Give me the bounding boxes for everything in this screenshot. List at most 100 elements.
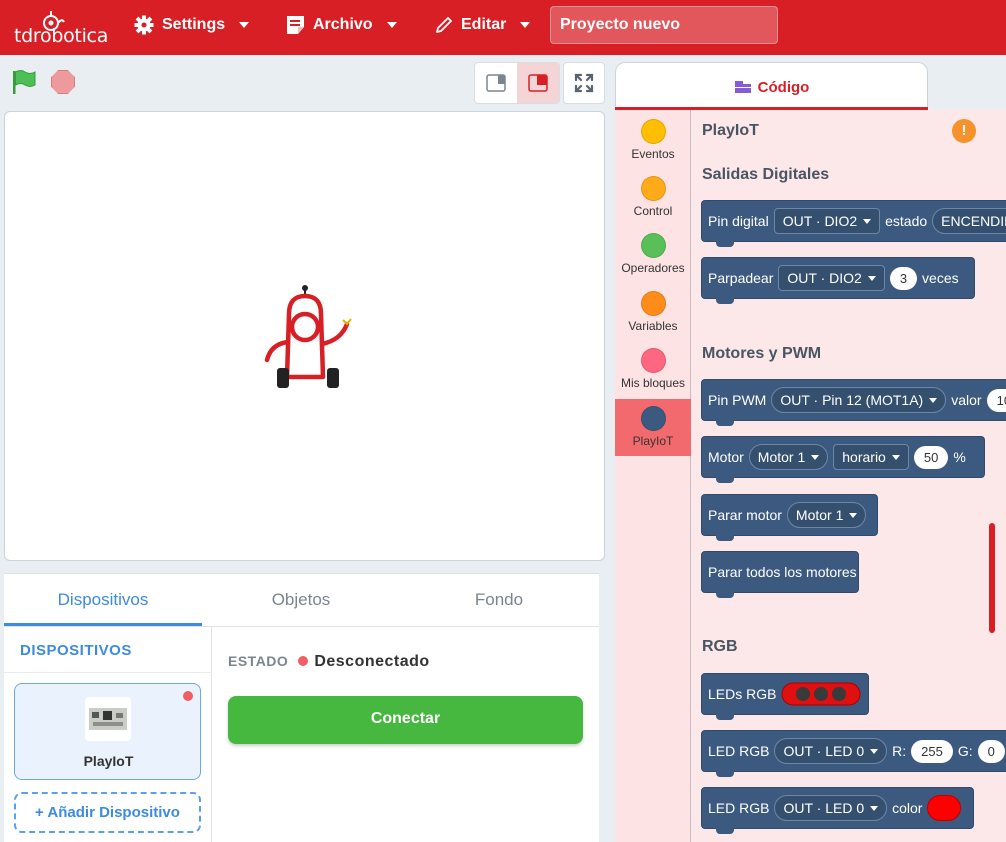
- section-motores-pwm: Motores y PWM: [702, 345, 822, 362]
- connect-button[interactable]: Conectar: [228, 696, 583, 744]
- block-label: veces: [922, 270, 959, 286]
- dropdown-value: Motor 1: [795, 507, 844, 523]
- led-strip-icon[interactable]: [781, 682, 861, 706]
- block-pin-digital[interactable]: Pin digital OUT · DIO2 estado ENCENDIDO: [701, 200, 1006, 247]
- block-parar-todos[interactable]: Parar todos los motores: [701, 551, 859, 598]
- tab-dispositivos[interactable]: Dispositivos: [4, 574, 202, 626]
- dropdown-arrow-icon: [891, 454, 900, 460]
- stage-canvas[interactable]: [4, 111, 605, 561]
- block-label: Parar motor: [708, 507, 782, 523]
- direction-dropdown[interactable]: horario: [833, 444, 909, 470]
- menu-bar: tdrobotica Settings Archivo Editar Proye…: [0, 0, 1006, 55]
- small-stage-icon: [486, 74, 506, 92]
- editar-menu[interactable]: Editar: [435, 0, 531, 50]
- board-icon: [89, 708, 127, 730]
- warning-icon[interactable]: !: [952, 119, 976, 143]
- dropdown-value: OUT · LED 0: [783, 800, 865, 816]
- block-label: valor: [951, 392, 982, 408]
- editar-label: Editar: [461, 16, 507, 33]
- section-rgb: RGB: [702, 638, 738, 655]
- block-parpadear[interactable]: Parpadear OUT · DIO2 3 veces: [701, 257, 975, 304]
- block-notch: [716, 592, 734, 598]
- category-color-dot: [640, 119, 666, 144]
- category-variables[interactable]: Variables: [615, 291, 691, 343]
- block-notch: [716, 298, 734, 304]
- project-title-input[interactable]: Proyecto nuevo: [550, 6, 778, 44]
- pencil-icon: [436, 17, 452, 33]
- dropdown-value: OUT · LED 0: [783, 743, 865, 759]
- speed-input[interactable]: 50: [913, 445, 949, 469]
- status-row: ESTADO Desconectado: [228, 653, 430, 671]
- green-flag-icon[interactable]: [10, 68, 38, 101]
- block-parar-motor[interactable]: Parar motor Motor 1: [701, 494, 878, 541]
- tab-objetos[interactable]: Objetos: [202, 574, 400, 626]
- category-control[interactable]: Control: [615, 176, 691, 228]
- dropdown-value: horario: [842, 449, 886, 465]
- dropdown-value: ENCENDIDO: [941, 213, 1006, 229]
- block-leds-rgb[interactable]: LEDs RGB: [701, 673, 869, 720]
- block-label: Motor: [708, 449, 744, 465]
- settings-label: Settings: [162, 16, 226, 33]
- dropdown-arrow-icon: [867, 275, 876, 281]
- green-input[interactable]: 0: [977, 739, 1005, 763]
- motor-dropdown[interactable]: Motor 1: [748, 444, 829, 470]
- device-name: PlayIoT: [83, 753, 134, 769]
- red-input[interactable]: 255: [911, 739, 953, 763]
- code-blocks-icon: [734, 81, 751, 93]
- settings-menu[interactable]: Settings: [134, 0, 250, 50]
- led-dropdown[interactable]: OUT · LED 0: [774, 738, 888, 764]
- category-operadores[interactable]: Operadores: [615, 233, 691, 285]
- devices-header: DISPOSITIVOS: [20, 642, 132, 659]
- block-label: Parpadear: [708, 270, 774, 286]
- block-label: LEDs RGB: [708, 686, 777, 702]
- tab-codigo[interactable]: Código: [615, 62, 928, 110]
- block-notch: [716, 477, 734, 483]
- fullscreen-button[interactable]: [563, 62, 605, 104]
- led-dropdown[interactable]: OUT · LED 0: [774, 795, 888, 821]
- status-indicator: [298, 656, 309, 666]
- pin-dropdown[interactable]: OUT · DIO2: [773, 208, 881, 234]
- dropdown-arrow-icon: [863, 218, 872, 224]
- small-stage-button[interactable]: [475, 63, 517, 103]
- large-stage-button[interactable]: [517, 63, 559, 103]
- pin-dropdown[interactable]: OUT · DIO2: [778, 265, 885, 291]
- times-input[interactable]: 3: [889, 266, 918, 290]
- category-eventos[interactable]: Eventos: [615, 119, 691, 171]
- dropdown-arrow-icon: [870, 805, 879, 811]
- device-card[interactable]: PlayIoT: [14, 683, 201, 780]
- status-label: ESTADO: [228, 653, 289, 669]
- block-label: G:: [957, 743, 973, 759]
- block-label: estado: [885, 213, 928, 229]
- robot-sprite[interactable]: [257, 282, 357, 392]
- block-label: %: [953, 449, 966, 465]
- dropdown-value: OUT · DIO2: [787, 270, 862, 286]
- palette-scrollbar[interactable]: [989, 523, 995, 633]
- block-pin-pwm[interactable]: Pin PWM OUT · Pin 12 (MOT1A) valor 100: [701, 379, 1006, 426]
- category-mis-bloques[interactable]: Mis bloques: [615, 348, 691, 400]
- stop-icon[interactable]: [51, 70, 75, 94]
- block-led-rgb-values[interactable]: LED RGB OUT · LED 0 R: 255 G: 0: [701, 730, 1006, 777]
- block-label: color: [892, 800, 923, 816]
- category-playiot[interactable]: PlayIoT: [615, 399, 691, 456]
- block-notch: [716, 241, 734, 247]
- block-motor[interactable]: Motor Motor 1 horario 50 %: [701, 436, 985, 483]
- category-label: Mis bloques: [620, 376, 686, 390]
- add-device-button[interactable]: + Añadir Dispositivo: [14, 792, 201, 833]
- estado-dropdown[interactable]: ENCENDIDO: [932, 208, 1006, 234]
- category-label: Operadores: [621, 261, 685, 275]
- pwm-pin-dropdown[interactable]: OUT · Pin 12 (MOT1A): [771, 387, 947, 413]
- motor-dropdown[interactable]: Motor 1: [786, 502, 867, 528]
- block-notch: [716, 714, 734, 720]
- archivo-menu[interactable]: Archivo: [286, 0, 397, 50]
- chevron-down-icon: [520, 22, 531, 28]
- pwm-value-input[interactable]: 100: [986, 388, 1006, 412]
- status-dot: [183, 691, 193, 701]
- block-label: Pin PWM: [708, 392, 767, 408]
- bottom-panel: Dispositivos Objetos Fondo DISPOSITIVOS …: [4, 573, 599, 842]
- block-led-rgb-color[interactable]: LED RGB OUT · LED 0 color: [701, 787, 974, 834]
- category-color-dot: [640, 233, 666, 258]
- color-swatch[interactable]: [927, 795, 962, 821]
- tab-fondo[interactable]: Fondo: [400, 574, 598, 626]
- chevron-down-icon: [239, 22, 250, 28]
- section-salidas-digitales: Salidas Digitales: [702, 166, 830, 183]
